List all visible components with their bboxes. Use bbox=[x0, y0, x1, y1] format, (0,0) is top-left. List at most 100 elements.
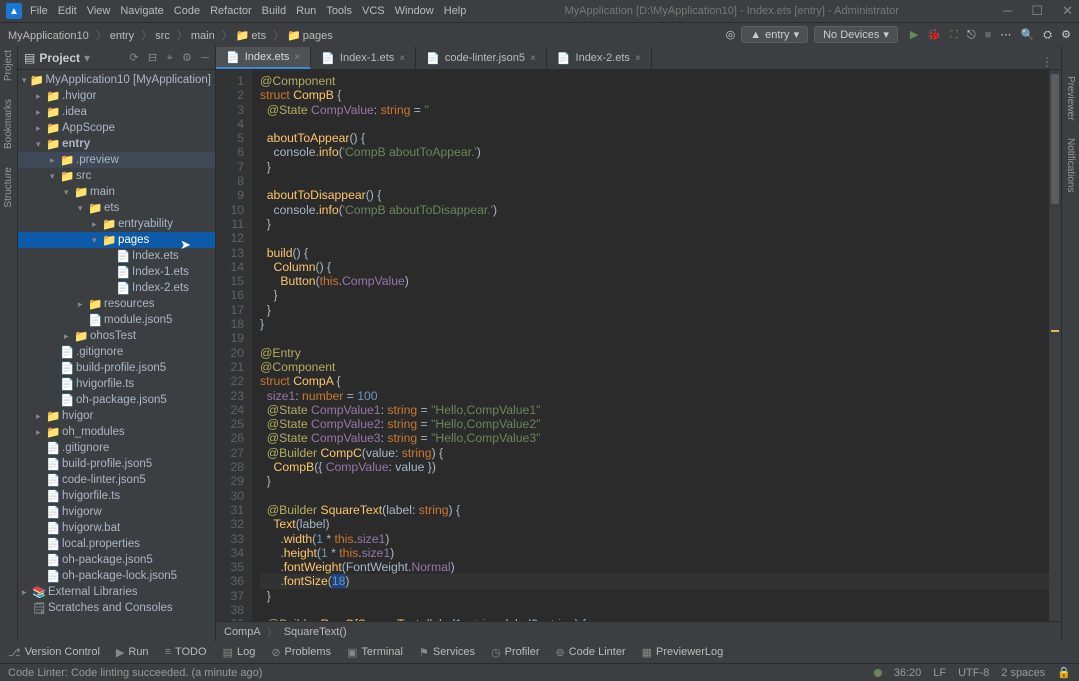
rail-project[interactable]: Project bbox=[3, 50, 14, 81]
tree-node[interactable]: ▸📁.hvigor bbox=[18, 88, 215, 104]
editor-tab[interactable]: 📄Index.ets× bbox=[216, 47, 311, 69]
tree-node[interactable]: 📄build-profile.json5 bbox=[18, 360, 215, 376]
bottom-tool-bar[interactable]: ⎇Version Control▶Run≡TODO▤Log⊘Problems▣T… bbox=[0, 641, 1079, 663]
code-breadcrumb[interactable]: SquareText() bbox=[284, 626, 347, 638]
tree-node[interactable]: 📄Index.ets bbox=[18, 248, 215, 264]
warning-mark[interactable] bbox=[1051, 330, 1059, 332]
tree-node[interactable]: 📄Index-1.ets bbox=[18, 264, 215, 280]
hide-icon[interactable]: ─ bbox=[201, 52, 209, 64]
minimize-icon[interactable]: ─ bbox=[1003, 3, 1012, 18]
tree-node[interactable]: ▾📁entry bbox=[18, 136, 215, 152]
tree-node[interactable]: 📄code-linter.json5 bbox=[18, 472, 215, 488]
tree-node[interactable]: 🗒Scratches and Consoles bbox=[18, 600, 215, 616]
tree-node[interactable]: 📄build-profile.json5 bbox=[18, 456, 215, 472]
tree-node[interactable]: 📄hvigorfile.ts bbox=[18, 376, 215, 392]
menu-vcs[interactable]: VCS bbox=[362, 5, 385, 17]
tree-node[interactable]: ▸📁hvigor bbox=[18, 408, 215, 424]
menu-view[interactable]: View bbox=[87, 5, 111, 17]
tool-code-linter[interactable]: ⊚Code Linter bbox=[556, 646, 626, 659]
run-config-dropdown[interactable]: ▲ entry ▾ bbox=[741, 26, 808, 43]
sync-icon[interactable]: ⟳ bbox=[129, 52, 138, 64]
tool-log[interactable]: ▤Log bbox=[223, 646, 256, 659]
tool-todo[interactable]: ≡TODO bbox=[165, 646, 207, 658]
tab-more-icon[interactable]: ⋮ bbox=[1041, 55, 1061, 69]
menu-refactor[interactable]: Refactor bbox=[210, 5, 252, 17]
lock-icon[interactable]: 🔒 bbox=[1057, 666, 1071, 679]
close-tab-icon[interactable]: × bbox=[399, 53, 405, 64]
attach-icon[interactable]: ⎋ bbox=[967, 29, 976, 41]
menu-build[interactable]: Build bbox=[262, 5, 286, 17]
stop-icon[interactable]: ■ bbox=[985, 29, 992, 41]
rail-bookmarks[interactable]: Bookmarks bbox=[3, 99, 14, 149]
tree-node[interactable]: ▾📁pages bbox=[18, 232, 215, 248]
close-tab-icon[interactable]: × bbox=[530, 53, 536, 64]
menu-run[interactable]: Run bbox=[296, 5, 316, 17]
tree-node[interactable]: ▾📁MyApplication10 [MyApplication] bbox=[18, 72, 215, 88]
editor-tab[interactable]: 📄Index-2.ets× bbox=[547, 47, 652, 69]
code-breadcrumb[interactable]: CompA bbox=[224, 626, 261, 638]
maximize-icon[interactable]: ☐ bbox=[1031, 3, 1043, 18]
tree-node[interactable]: 📄module.json5 bbox=[18, 312, 215, 328]
tree-node[interactable]: 📄.gitignore bbox=[18, 344, 215, 360]
menu-edit[interactable]: Edit bbox=[58, 5, 77, 17]
tree-node[interactable]: 📄.gitignore bbox=[18, 440, 215, 456]
run-icon[interactable]: ▶ bbox=[910, 29, 918, 41]
line-separator[interactable]: LF bbox=[933, 667, 946, 679]
menu-help[interactable]: Help bbox=[444, 5, 467, 17]
tree-node[interactable]: 📄Index-2.ets bbox=[18, 280, 215, 296]
breadcrumb-main[interactable]: main bbox=[191, 30, 215, 42]
tool-run[interactable]: ▶Run bbox=[116, 646, 149, 659]
more-run-icon[interactable]: ⋯ bbox=[1000, 29, 1011, 41]
editor-breadcrumb[interactable]: CompA〉SquareText() bbox=[216, 621, 1061, 641]
intention-bulb-icon[interactable]: 💡 bbox=[252, 574, 254, 588]
window-controls[interactable]: ─ ☐ ✕ bbox=[987, 3, 1073, 19]
path-breadcrumbs[interactable]: MyApplication10〉entry〉src〉main〉📁ets〉📁pag… bbox=[8, 27, 337, 43]
editor-tab[interactable]: 📄Index-1.ets× bbox=[311, 47, 416, 69]
tool-services[interactable]: ⚑Services bbox=[419, 646, 475, 659]
project-tree[interactable]: ▾📁MyApplication10 [MyApplication]▸📁.hvig… bbox=[18, 70, 215, 641]
menu-navigate[interactable]: Navigate bbox=[120, 5, 163, 17]
breadcrumb-ets[interactable]: 📁ets bbox=[236, 30, 266, 42]
notifications-icon[interactable]: ⛭ bbox=[1043, 29, 1052, 41]
select-opened-icon[interactable]: ⌖ bbox=[166, 52, 172, 64]
tree-node[interactable]: ▸📁resources bbox=[18, 296, 215, 312]
indent-setting[interactable]: 2 spaces bbox=[1001, 667, 1045, 679]
editor-tab[interactable]: 📄code-linter.json5× bbox=[416, 47, 547, 69]
right-tool-rail[interactable]: Previewer Notifications bbox=[1061, 46, 1079, 641]
breadcrumb-MyApplication10[interactable]: MyApplication10 bbox=[8, 30, 89, 42]
scrollbar-thumb[interactable] bbox=[1051, 74, 1059, 204]
settings-icon[interactable]: ⚙ bbox=[1061, 29, 1071, 41]
left-tool-rail[interactable]: ProjectBookmarksStructure bbox=[0, 46, 18, 641]
menu-tools[interactable]: Tools bbox=[326, 5, 352, 17]
menu-file[interactable]: File bbox=[30, 5, 48, 17]
file-encoding[interactable]: UTF-8 bbox=[958, 667, 989, 679]
breadcrumb-src[interactable]: src bbox=[155, 30, 170, 42]
tool-terminal[interactable]: ▣Terminal bbox=[347, 646, 403, 659]
tree-node[interactable]: ▾📁main bbox=[18, 184, 215, 200]
scrollbar[interactable] bbox=[1049, 70, 1061, 621]
tree-node[interactable]: ▸📁ohosTest bbox=[18, 328, 215, 344]
tree-node[interactable]: ▸📁entryability bbox=[18, 216, 215, 232]
menu-window[interactable]: Window bbox=[395, 5, 434, 17]
breadcrumb-entry[interactable]: entry bbox=[110, 30, 134, 42]
tool-previewerlog[interactable]: ▦PreviewerLog bbox=[642, 646, 724, 659]
editor-tabs[interactable]: 📄Index.ets×📄Index-1.ets×📄code-linter.jso… bbox=[216, 46, 1061, 70]
rail-notifications[interactable]: Notifications bbox=[1065, 138, 1076, 192]
close-icon[interactable]: ✕ bbox=[1062, 3, 1073, 18]
tree-node[interactable]: ▸📚External Libraries bbox=[18, 584, 215, 600]
tree-node[interactable]: 📄hvigorw.bat bbox=[18, 520, 215, 536]
coverage-icon[interactable]: ⛶ bbox=[950, 29, 958, 41]
build-icon[interactable]: ◎ bbox=[726, 28, 736, 41]
close-tab-icon[interactable]: × bbox=[635, 53, 641, 64]
code-editor[interactable]: 1234567891011121314151617181920212223242… bbox=[216, 70, 1061, 621]
tree-node[interactable]: 📄oh-package.json5 bbox=[18, 552, 215, 568]
menu-bar[interactable]: FileEditViewNavigateCodeRefactorBuildRun… bbox=[30, 5, 476, 17]
tree-node[interactable]: 📄oh-package.json5 bbox=[18, 392, 215, 408]
rail-previewer[interactable]: Previewer bbox=[1065, 76, 1076, 120]
breadcrumb-pages[interactable]: 📁pages bbox=[287, 30, 333, 42]
search-icon[interactable]: 🔍 bbox=[1020, 29, 1034, 41]
tree-node[interactable]: 📄local.properties bbox=[18, 536, 215, 552]
settings-icon[interactable]: ⚙ bbox=[182, 52, 192, 64]
debug-icon[interactable]: 🐞 bbox=[927, 29, 941, 41]
tree-node[interactable]: ▸📁.idea bbox=[18, 104, 215, 120]
